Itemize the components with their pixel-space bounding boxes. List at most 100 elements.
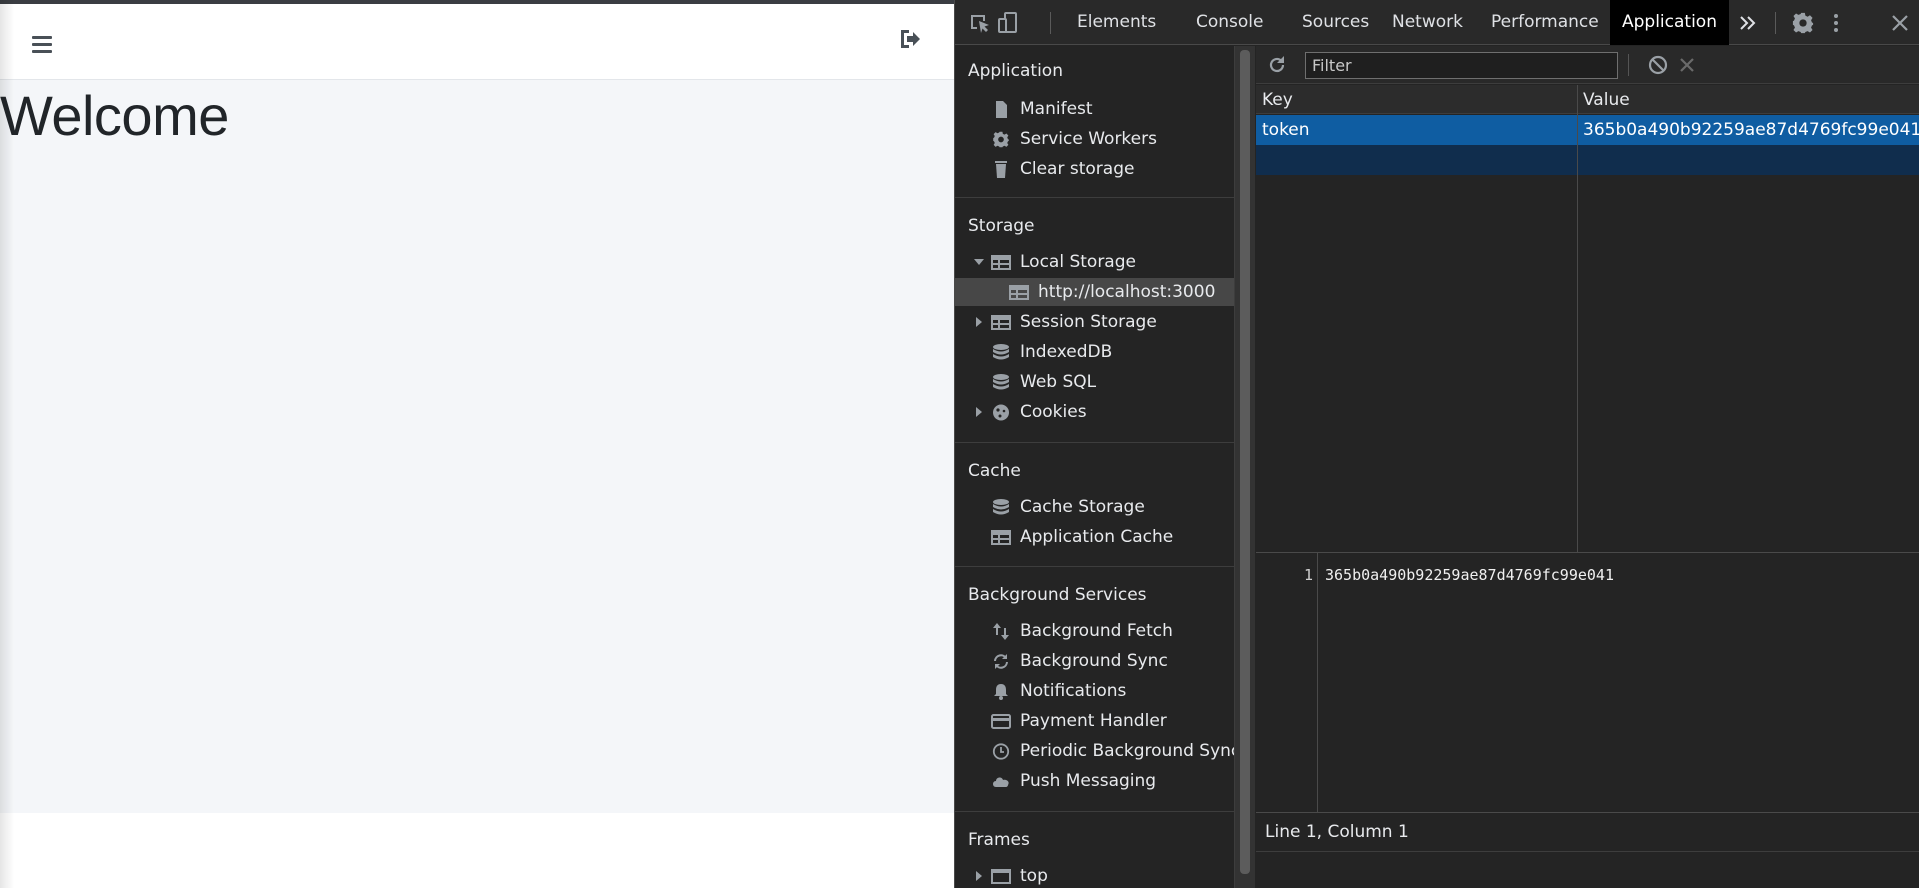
sidebar-item-label: Background Fetch xyxy=(1020,621,1173,641)
cloud-icon xyxy=(993,777,1009,787)
sidebar-item-label: Cookies xyxy=(1020,402,1087,422)
tab-sources[interactable]: Sources xyxy=(1290,0,1381,45)
kebab-menu-icon[interactable] xyxy=(1824,12,1848,34)
table-icon xyxy=(991,530,1011,545)
tab-application[interactable]: Application xyxy=(1610,0,1729,45)
database-icon xyxy=(993,374,1009,390)
column-header-key[interactable]: Key xyxy=(1262,90,1293,110)
toolbar-separator xyxy=(1628,54,1629,76)
sidebar-item-notifications[interactable]: Notifications xyxy=(955,677,1234,705)
cell-value: 365b0a490b92259ae87d4769fc99e041 xyxy=(1583,120,1919,140)
sidebar-item-localhost-3000[interactable]: http://localhost:3000 xyxy=(955,278,1234,306)
sidebar-item-push-messaging[interactable]: Push Messaging xyxy=(955,767,1234,795)
table-row[interactable]: token 365b0a490b92259ae87d4769fc99e041 xyxy=(1256,115,1919,145)
trash-icon xyxy=(995,161,1007,178)
table-icon xyxy=(1009,285,1029,300)
section-title-background-services: Background Services xyxy=(968,585,1147,605)
expand-arrow-down-icon[interactable] xyxy=(974,257,984,267)
cell-key: token xyxy=(1262,120,1310,140)
application-sidebar: Application Manifest Service Workers Cle… xyxy=(955,46,1240,888)
top-navbar xyxy=(0,4,954,80)
sidebar-item-manifest[interactable]: Manifest xyxy=(955,95,1234,123)
devtools-panel: Elements Console Sources Network Perform… xyxy=(954,0,1919,888)
tab-performance[interactable]: Performance xyxy=(1479,0,1611,45)
sidebar-item-label: http://localhost:3000 xyxy=(1038,282,1216,302)
sidebar-item-background-sync[interactable]: Background Sync xyxy=(955,647,1234,675)
expand-arrow-right-icon[interactable] xyxy=(974,407,984,417)
tab-console[interactable]: Console xyxy=(1184,0,1276,45)
document-icon xyxy=(996,101,1007,118)
sidebar-item-label: Cache Storage xyxy=(1020,497,1145,517)
column-divider xyxy=(1577,85,1578,591)
section-title-cache: Cache xyxy=(968,461,1021,481)
scrollbar-thumb[interactable] xyxy=(1240,50,1250,874)
sidebar-item-cookies[interactable]: Cookies xyxy=(955,398,1234,426)
sidebar-item-payment-handler[interactable]: Payment Handler xyxy=(955,707,1234,735)
tab-elements[interactable]: Elements xyxy=(1065,0,1168,45)
hamburger-menu-icon[interactable] xyxy=(32,36,52,54)
web-page-viewport: Welcome xyxy=(0,0,954,888)
sidebar-item-label: Payment Handler xyxy=(1020,711,1167,731)
table-header: Key Value xyxy=(1256,85,1919,114)
sidebar-item-background-fetch[interactable]: Background Fetch xyxy=(955,617,1234,645)
double-chevron-right-icon[interactable] xyxy=(1736,12,1760,34)
storage-main-pane: Key Value token 365b0a490b92259ae87d4769… xyxy=(1256,46,1919,888)
sidebar-item-clear-storage[interactable]: Clear storage xyxy=(955,155,1234,183)
delete-selected-icon[interactable] xyxy=(1676,54,1698,76)
clock-icon xyxy=(992,743,1010,760)
table-row-new-entry[interactable] xyxy=(1256,145,1919,175)
inspect-element-icon[interactable] xyxy=(968,12,992,34)
expand-arrow-right-icon[interactable] xyxy=(974,317,984,327)
sidebar-item-label: Notifications xyxy=(1020,681,1127,701)
sign-out-icon[interactable] xyxy=(898,28,922,50)
sidebar-item-application-cache[interactable]: Application Cache xyxy=(955,523,1234,551)
sidebar-item-label: Background Sync xyxy=(1020,651,1168,671)
refresh-icon[interactable] xyxy=(1266,54,1288,76)
line-number: 1 xyxy=(1303,566,1313,584)
preview-text[interactable]: 365b0a490b92259ae87d4769fc99e041 xyxy=(1325,566,1614,584)
toolbar-separator xyxy=(1050,12,1051,34)
settings-gear-icon[interactable] xyxy=(1791,12,1815,34)
sidebar-item-local-storage[interactable]: Local Storage xyxy=(955,248,1234,276)
column-header-value[interactable]: Value xyxy=(1583,90,1630,110)
sidebar-item-cache-storage[interactable]: Cache Storage xyxy=(955,493,1234,521)
sidebar-item-indexeddb[interactable]: IndexedDB xyxy=(955,338,1234,366)
sidebar-item-label: Manifest xyxy=(1020,99,1093,119)
sync-icon xyxy=(994,654,1008,669)
devtools-toolbar: Elements Console Sources Network Perform… xyxy=(955,0,1919,45)
sidebar-item-label: top xyxy=(1020,866,1048,886)
sidebar-scrollbar[interactable] xyxy=(1234,46,1255,888)
database-icon xyxy=(993,499,1009,515)
frame-window-icon xyxy=(991,869,1011,884)
sidebar-item-frame-top[interactable]: top xyxy=(955,862,1234,888)
cookie-icon xyxy=(993,404,1009,421)
key-value-table: Key Value token 365b0a490b92259ae87d4769… xyxy=(1256,85,1919,591)
up-down-arrows-icon xyxy=(993,623,1009,640)
clear-all-block-icon[interactable] xyxy=(1647,54,1669,76)
sidebar-item-label: Application Cache xyxy=(1020,527,1174,547)
expand-arrow-right-icon[interactable] xyxy=(974,871,984,881)
sidebar-item-session-storage[interactable]: Session Storage xyxy=(955,308,1234,336)
sidebar-item-label: Web SQL xyxy=(1020,372,1097,392)
sidebar-item-service-workers[interactable]: Service Workers xyxy=(955,125,1234,153)
drawer-edge-shadow xyxy=(0,0,14,888)
section-divider xyxy=(955,566,1234,567)
credit-card-icon xyxy=(991,714,1011,729)
device-toolbar-icon[interactable] xyxy=(996,12,1020,34)
storage-filter-toolbar xyxy=(1256,46,1919,84)
sidebar-item-web-sql[interactable]: Web SQL xyxy=(955,368,1234,396)
section-divider xyxy=(955,442,1234,443)
page-heading: Welcome xyxy=(0,84,229,147)
page-content-area xyxy=(0,80,954,813)
sidebar-item-periodic-background-sync[interactable]: Periodic Background Sync xyxy=(955,737,1240,765)
section-title-frames: Frames xyxy=(968,830,1030,850)
filter-input[interactable] xyxy=(1305,52,1618,79)
tab-network[interactable]: Network xyxy=(1380,0,1475,45)
close-icon[interactable] xyxy=(1888,12,1912,34)
sidebar-item-label: Periodic Background Sync xyxy=(1020,741,1241,761)
toolbar-separator xyxy=(1775,12,1776,34)
sidebar-item-label: Push Messaging xyxy=(1020,771,1157,791)
preview-status-bar: Line 1, Column 1 xyxy=(1256,812,1919,852)
table-icon xyxy=(991,315,1011,330)
database-icon xyxy=(993,344,1009,360)
